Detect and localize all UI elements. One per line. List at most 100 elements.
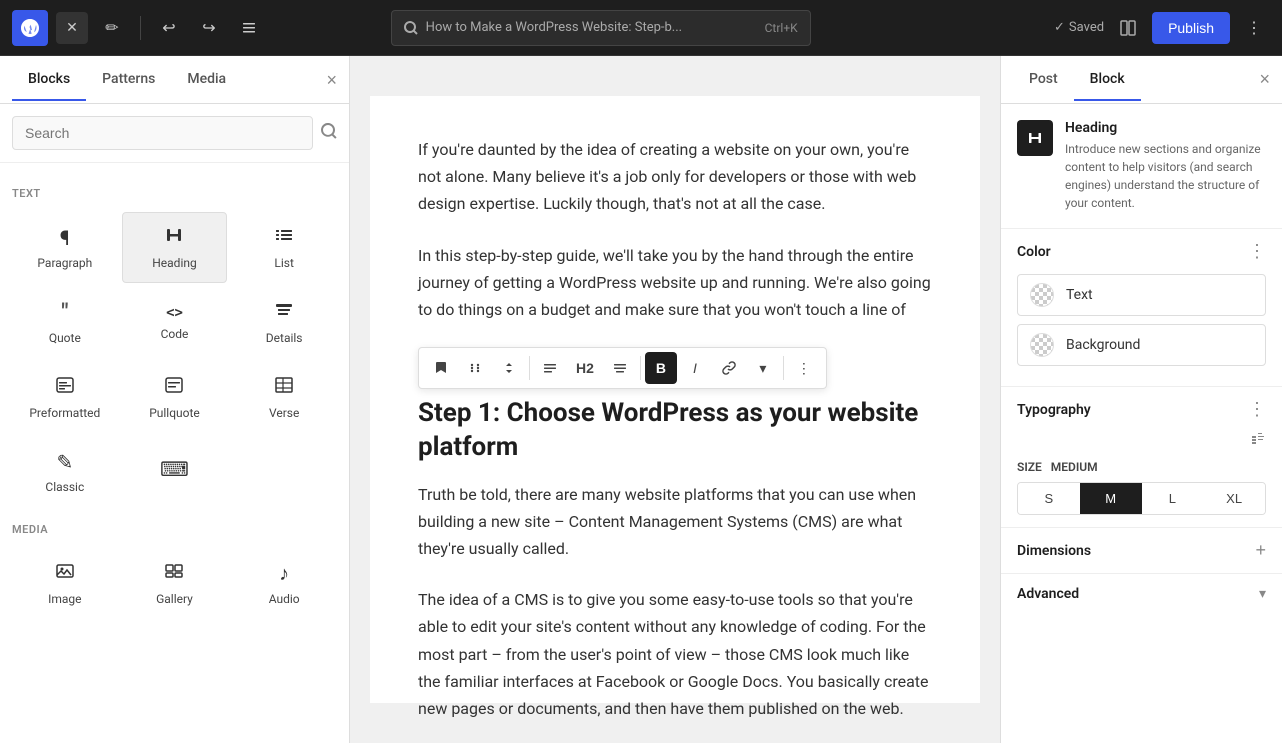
bookmark-button[interactable] — [425, 352, 457, 384]
gallery-icon — [164, 561, 184, 586]
block-gallery[interactable]: Gallery — [122, 548, 228, 619]
block-type-icon — [1017, 120, 1053, 156]
tab-patterns[interactable]: Patterns — [86, 59, 171, 101]
dimensions-section[interactable]: Dimensions + — [1001, 528, 1282, 574]
background-color-row[interactable]: Background — [1017, 324, 1266, 366]
size-l-button[interactable]: L — [1142, 483, 1204, 514]
topbar: ✕ ✏ ↩ ↪ How to Make a WordPress Website:… — [0, 0, 1282, 56]
tab-media[interactable]: Media — [171, 59, 242, 101]
heading-level-button[interactable]: H2 — [568, 352, 602, 384]
text-color-swatch — [1030, 283, 1054, 307]
divider — [140, 16, 141, 40]
options-button[interactable]: ⋮ — [1238, 12, 1270, 44]
list-icon — [274, 225, 294, 250]
block-info-section: Heading Introduce new sections and organ… — [1001, 104, 1282, 229]
paragraph-1: If you're daunted by the idea of creatin… — [418, 136, 932, 218]
typography-more-button[interactable]: ⋮ — [1248, 399, 1266, 420]
paragraph-label: Paragraph — [37, 256, 92, 270]
preformatted-label: Preformatted — [29, 406, 100, 420]
verse-label: Classic — [45, 480, 84, 494]
block-preformatted[interactable]: Preformatted — [12, 362, 118, 433]
size-m-button[interactable]: M — [1080, 483, 1142, 514]
link-button[interactable] — [713, 352, 745, 384]
audio-label: Audio — [269, 592, 300, 606]
dropdown-button[interactable]: ▾ — [747, 352, 779, 384]
wp-logo[interactable] — [12, 10, 48, 46]
size-adjust-icon[interactable] — [1250, 432, 1266, 452]
pullquote-label: Pullquote — [149, 406, 200, 420]
block-code[interactable]: <> Code — [122, 287, 228, 358]
heading-icon — [164, 225, 184, 250]
color-section-title: Color — [1017, 244, 1051, 260]
content-area: If you're daunted by the idea of creatin… — [350, 56, 1000, 743]
block-quote[interactable]: " Quote — [12, 287, 118, 358]
size-adjust-row — [1017, 432, 1266, 452]
color-section: Color ⋮ Text Background — [1001, 229, 1282, 387]
heading-label: Heading — [152, 256, 197, 270]
block-table[interactable]: Verse — [231, 362, 337, 433]
block-search-container — [0, 104, 349, 163]
tab-blocks[interactable]: Blocks — [12, 59, 86, 101]
block-search-input[interactable] — [12, 116, 313, 150]
paragraph-3: Truth be told, there are many website pl… — [418, 481, 932, 563]
text-color-row[interactable]: Text — [1017, 274, 1266, 316]
italic-button[interactable]: I — [679, 352, 711, 384]
more-options-button[interactable]: ⋮ — [788, 352, 820, 384]
media-blocks-grid: Image Gallery ♪ Audio — [12, 548, 337, 619]
drag-handle-button[interactable] — [459, 352, 491, 384]
edit-mode-button[interactable]: ✏ — [96, 12, 128, 44]
right-sidebar: Post Block × Heading Introduce new secti… — [1000, 56, 1282, 743]
block-details[interactable]: Details — [231, 287, 337, 358]
tab-block[interactable]: Block — [1074, 59, 1141, 101]
block-audio[interactable]: ♪ Audio — [231, 548, 337, 619]
bold-button[interactable]: B — [645, 352, 677, 384]
move-up-down-button[interactable] — [493, 352, 525, 384]
audio-icon: ♪ — [279, 561, 289, 586]
align-button[interactable] — [534, 352, 566, 384]
sidebar-close-button[interactable]: × — [326, 71, 337, 89]
block-list[interactable]: List — [231, 212, 337, 283]
size-buttons: S M L XL — [1017, 482, 1266, 515]
details-label: Details — [266, 331, 303, 345]
list-view-button[interactable] — [233, 12, 265, 44]
details-icon — [274, 300, 294, 325]
block-pullquote[interactable]: Pullquote — [122, 362, 228, 433]
heading-text[interactable]: Step 1: Choose WordPress as your website… — [418, 397, 932, 465]
tab-post[interactable]: Post — [1013, 59, 1074, 101]
quote-label: Quote — [49, 331, 81, 345]
sidebar-content: TEXT ¶ Paragraph Heading — [0, 163, 349, 743]
color-section-header: Color ⋮ — [1017, 241, 1266, 262]
publish-button[interactable]: Publish — [1152, 12, 1230, 44]
search-icon — [321, 123, 337, 143]
size-xl-button[interactable]: XL — [1203, 483, 1265, 514]
heading-block[interactable]: H2 B I — [418, 347, 932, 465]
code-label: Code — [161, 327, 189, 341]
advanced-section[interactable]: Advanced ▾ — [1001, 574, 1282, 614]
text-color-label: Text — [1066, 287, 1093, 303]
paragraph-4: The idea of a CMS is to give you some ea… — [418, 586, 932, 722]
text-blocks-grid: ¶ Paragraph Heading — [12, 212, 337, 507]
close-panel-button[interactable]: ✕ — [56, 12, 88, 44]
left-sidebar: Blocks Patterns Media × TEXT ¶ Paragraph — [0, 56, 350, 743]
content-editor: If you're daunted by the idea of creatin… — [370, 96, 980, 703]
block-paragraph[interactable]: ¶ Paragraph — [12, 212, 118, 283]
view-toggle-button[interactable] — [1112, 12, 1144, 44]
dimensions-add-button[interactable]: + — [1255, 540, 1266, 561]
size-s-button[interactable]: S — [1018, 483, 1080, 514]
paragraph-2: In this step-by-step guide, we'll take y… — [418, 242, 932, 324]
quote-icon: " — [61, 300, 68, 325]
dimensions-title: Dimensions — [1017, 543, 1091, 559]
typography-section-title: Typography — [1017, 402, 1091, 418]
block-verse[interactable]: ✎ Classic — [12, 437, 118, 507]
block-info-description: Introduce new sections and organize cont… — [1065, 140, 1266, 212]
post-title-search[interactable]: How to Make a WordPress Website: Step-b.… — [391, 10, 811, 46]
block-image[interactable]: Image — [12, 548, 118, 619]
right-sidebar-close-button[interactable]: × — [1259, 69, 1270, 90]
align-options-button[interactable] — [604, 352, 636, 384]
color-more-button[interactable]: ⋮ — [1248, 241, 1266, 262]
redo-button[interactable]: ↪ — [193, 12, 225, 44]
pullquote-icon — [164, 375, 184, 400]
block-classic[interactable]: ⌨ — [122, 437, 228, 507]
block-heading[interactable]: Heading — [122, 212, 228, 283]
undo-button[interactable]: ↩ — [153, 12, 185, 44]
